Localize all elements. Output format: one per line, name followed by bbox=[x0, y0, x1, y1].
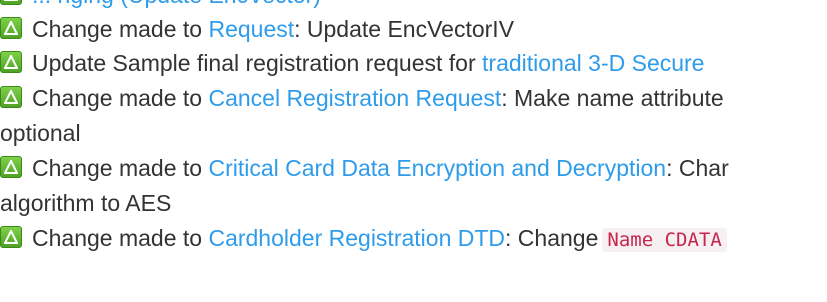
change-entry: Change made to Cancel Registration Reque… bbox=[0, 80, 827, 116]
change-entry: Change made to Cardholder Registration D… bbox=[0, 220, 827, 256]
entry-link-cancel-registration[interactable]: Cancel Registration Request bbox=[208, 85, 501, 111]
entry-link-request[interactable]: Request bbox=[208, 16, 294, 42]
delta-change-icon bbox=[0, 17, 22, 39]
entry-continuation-text: algorithm to AES bbox=[0, 190, 172, 216]
entry-suffix: : Change bbox=[505, 225, 599, 251]
entry-prefix: Change made to bbox=[32, 225, 209, 251]
delta-change-icon bbox=[0, 156, 22, 178]
change-entry: Change made to Critical Card Data Encryp… bbox=[0, 150, 827, 186]
partial-header-line: ... nging (Update EncVector) bbox=[0, 0, 827, 12]
change-entry: Change made to Request: Update EncVector… bbox=[0, 12, 827, 46]
change-log: ... nging (Update EncVector) Change made… bbox=[0, 0, 827, 256]
entry-suffix: : Update EncVectorIV bbox=[294, 16, 515, 42]
partial-header-text: ... nging (Update EncVector) bbox=[32, 0, 321, 8]
inline-code: Name CDATA bbox=[602, 228, 727, 252]
delta-change-icon bbox=[0, 51, 22, 73]
entry-prefix: Update Sample final registration request… bbox=[32, 50, 483, 76]
entry-link-traditional-3ds[interactable]: traditional 3-D Secure bbox=[482, 50, 704, 76]
entry-prefix: Change made to bbox=[32, 85, 209, 111]
entry-link-critical-card-data[interactable]: Critical Card Data Encryption and Decryp… bbox=[208, 155, 666, 181]
entry-link-cardholder-dtd[interactable]: Cardholder Registration DTD bbox=[208, 225, 505, 251]
entry-continuation: algorithm to AES bbox=[0, 186, 827, 220]
entry-prefix: Change made to bbox=[32, 155, 209, 181]
entry-continuation-text: optional bbox=[0, 120, 81, 146]
delta-change-icon bbox=[0, 86, 22, 108]
entry-continuation: optional bbox=[0, 116, 827, 150]
delta-change-icon bbox=[0, 226, 22, 248]
delta-change-icon bbox=[0, 0, 22, 5]
entry-prefix: Change made to bbox=[32, 16, 209, 42]
change-entry: Update Sample final registration request… bbox=[0, 46, 827, 80]
entry-suffix: : Make name attribute bbox=[501, 85, 724, 111]
entry-suffix: : Char bbox=[666, 155, 729, 181]
